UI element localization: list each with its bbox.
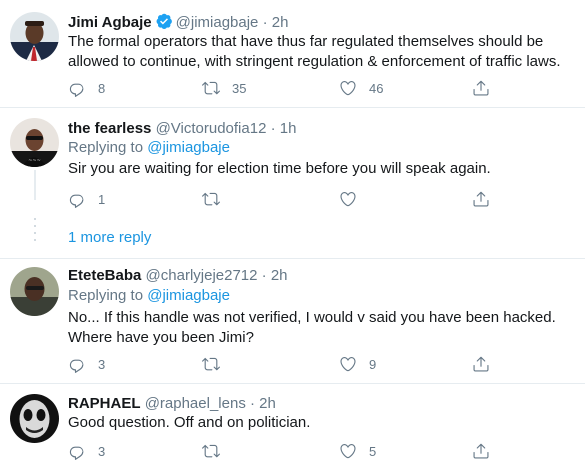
svg-text:~~~: ~~~	[28, 158, 41, 164]
like-icon	[340, 192, 356, 207]
thread-dots	[31, 218, 39, 246]
separator-dot: ·	[250, 395, 255, 412]
author-name[interactable]: the fearless	[68, 120, 151, 137]
like-count: 5	[369, 443, 377, 459]
author-handle[interactable]: @Victorudofia12	[156, 120, 267, 137]
author-name[interactable]: RAPHAEL	[68, 395, 141, 412]
replying-to: Replying to @jimiagbaje	[68, 138, 230, 158]
reply-button[interactable]: 3	[68, 354, 105, 374]
retweet-button[interactable]: 35	[202, 78, 246, 98]
avatar[interactable]	[10, 394, 59, 443]
retweet-icon	[202, 444, 220, 458]
replying-to: Replying to @jimiagbaje	[68, 286, 230, 306]
tweet-actions: 3 9	[68, 354, 498, 374]
like-button[interactable]: 5	[339, 441, 376, 461]
retweet-button[interactable]	[202, 354, 220, 374]
reply-button[interactable]: 1	[68, 189, 105, 209]
replying-to-mention[interactable]: @jimiagbaje	[147, 139, 230, 156]
share-icon	[473, 80, 489, 96]
tweet-text: The formal operators that have thus far …	[68, 33, 561, 70]
share-icon	[473, 191, 489, 207]
retweet-button[interactable]	[202, 441, 220, 461]
replying-to-label: Replying to	[68, 287, 144, 304]
avatar[interactable]: ~~~	[10, 118, 59, 167]
timestamp[interactable]: 2h	[272, 14, 289, 31]
avatar[interactable]	[10, 12, 59, 61]
tweet-etetebaba[interactable]: EteteBaba @charlyjeje2712 · 2h Replying …	[0, 259, 585, 383]
like-count: 46	[369, 80, 384, 96]
timestamp[interactable]: 2h	[259, 395, 276, 412]
reply-icon	[69, 446, 84, 460]
tweet-text: Good question. Off and on politician.	[68, 414, 311, 431]
reply-icon	[69, 359, 84, 373]
retweet-icon	[202, 81, 220, 95]
retweet-count: 35	[232, 80, 247, 96]
like-button[interactable]: 9	[339, 354, 376, 374]
reply-button[interactable]: 8	[68, 78, 105, 98]
reply-count: 8	[98, 80, 106, 96]
share-button[interactable]	[472, 189, 490, 209]
reply-icon	[69, 83, 84, 97]
tweet-the-fearless[interactable]: ~~~ the fearless @Victorudofia12 · 1h Re…	[0, 108, 585, 212]
like-icon	[340, 444, 356, 459]
tweet-text: No... If this handle was not verified, I…	[68, 309, 556, 346]
author-handle[interactable]: @raphael_lens	[145, 395, 246, 412]
tweet-actions: 3 5	[68, 441, 498, 461]
reply-button[interactable]: 3	[68, 441, 105, 461]
separator-dot: ·	[261, 267, 267, 284]
tweet-jimi-agbaje[interactable]: Jimi Agbaje @jimiagbaje · 2h The formal o…	[0, 0, 585, 107]
author-handle[interactable]: @jimiagbaje	[176, 14, 259, 31]
reply-count: 3	[98, 443, 106, 459]
reply-count: 3	[98, 356, 106, 372]
like-button[interactable]	[339, 189, 357, 209]
retweet-icon	[202, 192, 220, 206]
avatar[interactable]	[10, 267, 59, 316]
author-name[interactable]: EteteBaba	[68, 267, 141, 284]
tweet-actions: 8 35 46	[68, 78, 498, 98]
retweet-button[interactable]	[202, 189, 220, 209]
author-handle[interactable]: @charlyjeje2712	[146, 267, 258, 284]
timestamp[interactable]: 2h	[271, 267, 288, 284]
like-icon	[340, 81, 356, 96]
replying-to-mention[interactable]: @jimiagbaje	[147, 287, 230, 304]
reply-icon	[69, 194, 84, 208]
retweet-icon	[202, 357, 220, 371]
share-button[interactable]	[472, 354, 490, 374]
separator-dot: ·	[262, 14, 268, 31]
thread-line	[34, 170, 36, 200]
author-name[interactable]: Jimi Agbaje	[68, 14, 152, 31]
share-button[interactable]	[472, 78, 490, 98]
timestamp[interactable]: 1h	[280, 120, 297, 137]
tweet-raphael[interactable]: RAPHAEL @raphael_lens · 2h Good question…	[0, 384, 585, 463]
like-button[interactable]: 46	[339, 78, 383, 98]
tweet-text: Sir you are waiting for election time be…	[68, 160, 491, 177]
tweet-actions: 1	[68, 189, 498, 209]
show-more-replies-link[interactable]: 1 more reply	[68, 228, 151, 248]
share-icon	[473, 443, 489, 459]
reply-count: 1	[98, 191, 106, 207]
share-icon	[473, 356, 489, 372]
replying-to-label: Replying to	[68, 139, 144, 156]
like-count: 9	[369, 356, 377, 372]
share-button[interactable]	[472, 441, 490, 461]
like-icon	[340, 357, 356, 372]
separator-dot: ·	[270, 120, 276, 137]
